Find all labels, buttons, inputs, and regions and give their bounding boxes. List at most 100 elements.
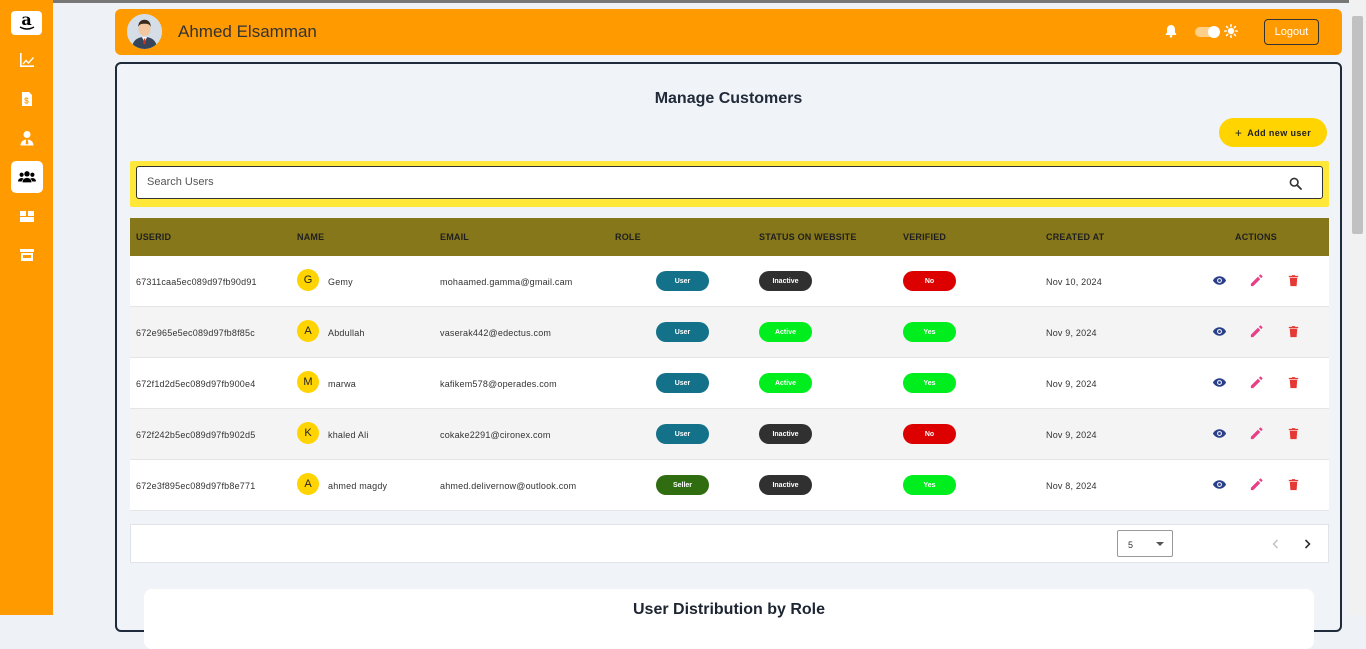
- user-initial-avatar: G: [297, 269, 319, 291]
- edit-pencil-icon[interactable]: [1249, 375, 1264, 390]
- edit-pencil-icon[interactable]: [1249, 426, 1264, 441]
- cell-created-at: Nov 9, 2024: [1046, 328, 1097, 338]
- status-badge: Inactive: [759, 475, 812, 495]
- user-name: Ahmed Elsamman: [178, 22, 317, 41]
- verified-badge: No: [903, 424, 956, 444]
- plus-icon: +: [1234, 125, 1243, 140]
- cell-email: vaserak442@edectus.com: [440, 328, 552, 338]
- edit-pencil-icon[interactable]: [1249, 273, 1264, 288]
- sidebar-item-invoices[interactable]: $: [11, 83, 43, 115]
- column-header-actions: ACTIONS: [1235, 232, 1277, 242]
- sun-icon[interactable]: [1224, 24, 1238, 38]
- invoice-icon: $: [22, 92, 32, 106]
- caret-down-icon: [1156, 542, 1164, 546]
- add-user-label: Add new user: [1247, 127, 1312, 138]
- verified-badge: No: [903, 271, 956, 291]
- column-header-role[interactable]: ROLE: [615, 232, 641, 242]
- rows-per-page-select[interactable]: 5: [1117, 530, 1173, 557]
- table-row: 672e965e5ec089d97fb8f85c A Abdullah vaserak…: [130, 307, 1329, 358]
- role-badge: User: [656, 322, 709, 342]
- cell-userid: 672f242b5ec089d97fb902d5: [136, 430, 256, 440]
- sidebar-item-store[interactable]: [11, 239, 43, 271]
- main-panel: Manage Customers + Add new user USERID N…: [115, 62, 1342, 649]
- status-badge: Inactive: [759, 271, 812, 291]
- verified-badge: Yes: [903, 475, 956, 495]
- cell-name: Abdullah: [328, 328, 365, 338]
- cell-userid: 672e3f895ec089d97fb8e771: [136, 481, 256, 491]
- column-header-email[interactable]: EMAIL: [440, 232, 469, 242]
- search-input[interactable]: [147, 176, 1247, 188]
- cell-created-at: Nov 8, 2024: [1046, 481, 1097, 491]
- page-scrollbar[interactable]: [1349, 0, 1366, 615]
- cell-name: marwa: [328, 379, 357, 389]
- edit-pencil-icon[interactable]: [1249, 477, 1264, 492]
- sidebar-item-analytics[interactable]: [11, 44, 43, 76]
- verified-badge: Yes: [903, 322, 956, 342]
- sidebar: a $: [0, 0, 53, 615]
- avatar[interactable]: [127, 14, 162, 49]
- chevron-left-icon[interactable]: [1270, 538, 1282, 550]
- top-header: Ahmed Elsamman Logout: [115, 9, 1342, 55]
- table-body: 67311caa5ec089d97fb90d91 G Gemy mohaamed.ga…: [130, 256, 1329, 511]
- column-header-userid[interactable]: USERID: [136, 232, 171, 242]
- scrollbar-thumb[interactable]: [1352, 16, 1363, 234]
- logout-button[interactable]: Logout: [1264, 19, 1319, 45]
- cell-email: mohaamed.gamma@gmail.cam: [440, 277, 573, 287]
- cell-email: kafikem578@operades.com: [440, 379, 557, 389]
- toggle-knob: [1208, 26, 1220, 38]
- sidebar-item-staff[interactable]: [11, 122, 43, 154]
- page-title: Manage Customers: [654, 90, 803, 107]
- user-initial-avatar: M: [297, 371, 319, 393]
- status-badge: Active: [759, 322, 812, 342]
- trash-icon[interactable]: [1286, 375, 1301, 390]
- eye-icon[interactable]: [1212, 375, 1227, 390]
- trash-icon[interactable]: [1286, 324, 1301, 339]
- rows-per-page-value: 5: [1128, 540, 1134, 550]
- sidebar-item-products[interactable]: [11, 200, 43, 232]
- users-icon: [18, 171, 36, 183]
- table-header: USERID NAME EMAIL ROLE STATUS ON WEBSITE…: [130, 218, 1329, 256]
- add-user-button[interactable]: + Add new user: [1219, 118, 1327, 147]
- table-row: 67311caa5ec089d97fb90d91 G Gemy mohaamed.ga…: [130, 256, 1329, 307]
- trash-icon[interactable]: [1286, 477, 1301, 492]
- table-row: 672f1d2d5ec089d97fb900e4 Mmarwa kafikem578…: [130, 358, 1329, 409]
- chart-line-icon: [20, 53, 34, 67]
- bell-icon[interactable]: [1164, 24, 1178, 38]
- trash-icon[interactable]: [1286, 426, 1301, 441]
- eye-icon[interactable]: [1212, 324, 1227, 339]
- store-icon: [20, 249, 34, 261]
- amazon-logo-icon[interactable]: a: [11, 11, 42, 35]
- eye-icon[interactable]: [1212, 426, 1227, 441]
- cell-created-at: Nov 10, 2024: [1046, 277, 1102, 287]
- status-badge: Active: [759, 373, 812, 393]
- table-pagination: 5: [130, 524, 1329, 563]
- theme-toggle[interactable]: [1195, 26, 1220, 38]
- column-header-status[interactable]: STATUS ON WEBSITE: [759, 232, 857, 242]
- column-header-verified[interactable]: VERIFIED: [903, 232, 946, 242]
- cell-name: khaled Ali: [328, 430, 369, 440]
- sidebar-item-customers[interactable]: [11, 161, 43, 193]
- cell-userid: 67311caa5ec089d97fb90d91: [136, 277, 257, 287]
- edit-pencil-icon[interactable]: [1249, 324, 1264, 339]
- search-icon[interactable]: [1289, 177, 1302, 190]
- user-initial-avatar: A: [297, 320, 319, 342]
- svg-text:$: $: [24, 97, 29, 106]
- user-initial-avatar: K: [297, 422, 319, 444]
- role-badge: Seller: [656, 475, 709, 495]
- chart-title: User Distribution by Role: [632, 601, 826, 618]
- verified-badge: Yes: [903, 373, 956, 393]
- eye-icon[interactable]: [1212, 273, 1227, 288]
- search-bar: [130, 161, 1329, 207]
- trash-icon[interactable]: [1286, 273, 1301, 288]
- column-header-created[interactable]: CREATED AT: [1046, 232, 1104, 242]
- chevron-right-icon[interactable]: [1301, 538, 1313, 550]
- search-box: [136, 166, 1323, 199]
- cell-name: Gemy: [328, 277, 353, 287]
- customers-table: USERID NAME EMAIL ROLE STATUS ON WEBSITE…: [130, 218, 1329, 511]
- boxes-icon: [20, 211, 34, 222]
- column-header-name[interactable]: NAME: [297, 232, 324, 242]
- eye-icon[interactable]: [1212, 477, 1227, 492]
- role-badge: User: [656, 424, 709, 444]
- user-tie-icon: [20, 131, 34, 146]
- cell-created-at: Nov 9, 2024: [1046, 379, 1097, 389]
